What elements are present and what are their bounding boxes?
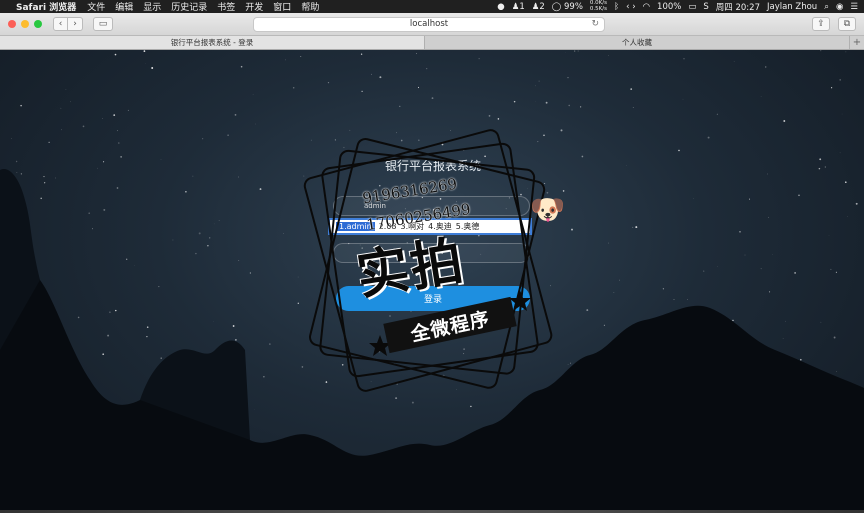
autocomplete-dropdown[interactable]: 1.admin 2.08 3.啊对 4.奥迪 5.奥德 xyxy=(328,218,532,235)
qq-alt-count: 2 xyxy=(539,1,545,12)
net-down: 0.5K/s xyxy=(589,5,607,12)
menu-history[interactable]: 历史记录 xyxy=(171,0,207,13)
username-input[interactable]: admin xyxy=(333,196,530,216)
back-button[interactable]: ‹ xyxy=(53,17,68,31)
url-text: localhost xyxy=(409,19,449,29)
menu-file[interactable]: 文件 xyxy=(87,0,105,13)
autocomplete-item[interactable]: 5.奥德 xyxy=(456,221,480,232)
chevron-right-icon: › xyxy=(73,19,77,29)
login-title: 银行平台报表系统 xyxy=(384,159,481,173)
nav-buttons: ‹ › xyxy=(53,17,83,31)
user-name[interactable]: Jaylan Zhou xyxy=(767,2,817,12)
menu-help[interactable]: 帮助 xyxy=(301,0,319,13)
share-button[interactable]: ⇪ xyxy=(812,17,830,31)
plus-icon: + xyxy=(852,37,862,48)
reload-icon[interactable]: ↻ xyxy=(591,19,599,29)
autocomplete-item[interactable]: 2.08 xyxy=(379,222,397,231)
qq-alt-icon[interactable]: ♟2 xyxy=(532,2,545,12)
close-window-button[interactable] xyxy=(8,20,16,28)
menu-bookmarks[interactable]: 书签 xyxy=(217,0,235,13)
sidebar-toggle-button[interactable]: ▭ xyxy=(93,17,113,31)
clock[interactable]: 周四 20:27 xyxy=(716,1,760,13)
menu-develop[interactable]: 开发 xyxy=(245,0,263,13)
qq-count: 1 xyxy=(519,1,525,12)
tree-silhouette xyxy=(0,169,864,513)
spotlight-icon[interactable]: ⌕ xyxy=(824,2,829,12)
chevron-left-icon: ‹ xyxy=(58,19,63,29)
battery-percent[interactable]: 100% xyxy=(657,2,681,12)
autocomplete-item-selected[interactable]: 1.admin xyxy=(336,222,375,231)
menu-view[interactable]: 显示 xyxy=(143,0,161,13)
username-value: admin xyxy=(364,202,386,210)
share-icon: ⇪ xyxy=(817,19,825,29)
minimize-window-button[interactable] xyxy=(21,20,29,28)
menu-edit[interactable]: 编辑 xyxy=(115,0,133,13)
wifi-icon[interactable]: ◠ xyxy=(643,2,650,12)
tab-bar: 银行平台报表系统 - 登录 个人收藏 + xyxy=(0,36,864,50)
browser-toolbar: ‹ › ▭ localhost ↻ ⇪ ⧉ xyxy=(0,13,864,36)
input-method-icon[interactable]: S xyxy=(703,2,708,12)
login-button[interactable]: 登录 xyxy=(336,286,530,311)
qq-icon[interactable]: ♟1 xyxy=(512,2,525,12)
page-content: 银行平台报表系统 admin 1.admin 2.08 3.啊对 4.奥迪 5.… xyxy=(0,50,864,513)
forward-button[interactable]: › xyxy=(68,17,83,31)
menu-window[interactable]: 窗口 xyxy=(273,0,291,13)
siri-icon[interactable]: ◉ xyxy=(836,2,843,12)
tabs-icon: ⧉ xyxy=(843,19,851,29)
code-icon[interactable]: ‹ › xyxy=(626,2,636,12)
window-controls xyxy=(8,20,42,28)
wechat-icon[interactable]: ● xyxy=(497,2,504,12)
tab-favorites[interactable]: 个人收藏 xyxy=(425,36,850,49)
cpu-icon[interactable]: ◯ 99% xyxy=(552,2,583,12)
password-placeholder: password xyxy=(419,250,444,256)
bluetooth-icon[interactable]: ᛒ xyxy=(614,2,619,12)
notification-center-icon[interactable]: ☰ xyxy=(850,2,858,12)
menu-bar: Safari 浏览器 文件 编辑 显示 历史记录 书签 开发 窗口 帮助 ● ♟… xyxy=(0,0,864,13)
new-tab-button[interactable]: + xyxy=(850,36,864,49)
sidebar-icon: ▭ xyxy=(98,19,108,29)
tab-login[interactable]: 银行平台报表系统 - 登录 xyxy=(0,36,425,49)
address-bar[interactable]: localhost ↻ xyxy=(253,16,605,32)
autocomplete-item[interactable]: 3.啊对 xyxy=(401,221,425,232)
network-speed[interactable]: 0.0K/s 0.5K/s xyxy=(589,0,607,12)
menu-app-name[interactable]: Safari 浏览器 xyxy=(16,0,76,13)
cpu-value: 99% xyxy=(564,1,583,12)
autocomplete-item[interactable]: 4.奥迪 xyxy=(428,221,452,232)
password-input[interactable]: password xyxy=(333,243,530,263)
battery-icon: ▭ xyxy=(688,1,697,12)
zoom-window-button[interactable] xyxy=(34,20,42,28)
tabs-overview-button[interactable]: ⧉ xyxy=(838,17,856,31)
